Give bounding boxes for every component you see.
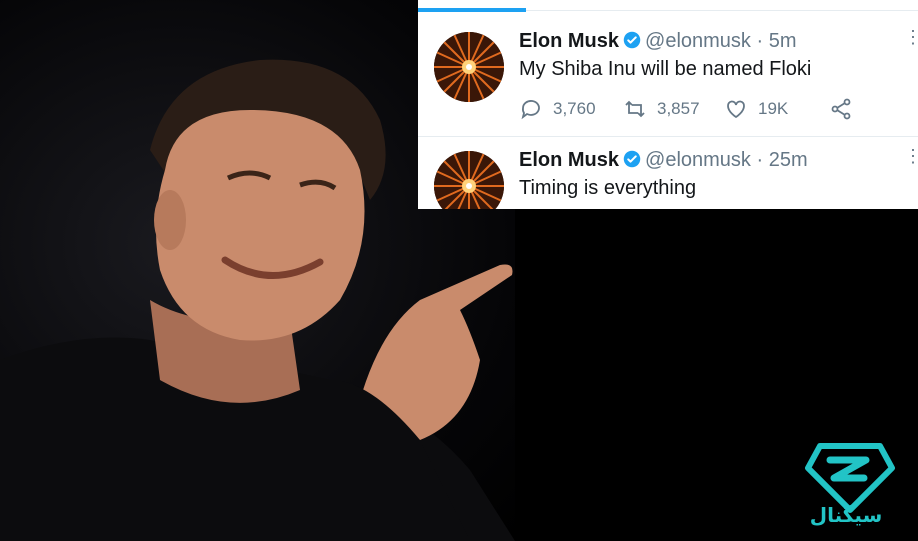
tweet[interactable]: Elon Musk @elonmusk · 25m ⋮ Timing is eve… [418,137,918,209]
avatar-starburst-icon [434,151,504,209]
separator: · [756,149,764,171]
author-handle[interactable]: @elonmusk [645,149,751,171]
separator: · [756,30,764,52]
tweet[interactable]: Elon Musk @elonmusk · 5m ⋮ My Shiba Inu w… [418,12,918,137]
tweet-text: My Shiba Inu will be named Floki [519,58,812,80]
share-button[interactable] [829,94,863,124]
share-icon [831,98,851,120]
reply-count: 3,760 [553,99,596,118]
tweet-header: Elon Musk @elonmusk · 5m [519,30,797,53]
author-handle[interactable]: @elonmusk [645,30,751,52]
timestamp[interactable]: 25m [769,149,808,171]
timestamp[interactable]: 5m [769,30,797,52]
like-button[interactable]: 19K [724,94,788,124]
verified-badge-icon [623,150,641,168]
avatar-starburst-icon [434,32,504,102]
author-name[interactable]: Elon Musk [519,30,619,52]
reply-icon [521,100,540,120]
verified-badge-icon [623,31,641,49]
tweet-header: Elon Musk @elonmusk · 25m [519,149,808,172]
reply-button[interactable]: 3,760 [519,94,596,124]
tweet-actions: 3,760 3,857 19K [519,94,859,124]
brand-name: سیگنال [809,503,883,527]
retweet-icon [625,100,645,118]
more-options-icon[interactable]: ⋮ [904,28,918,46]
author-name[interactable]: Elon Musk [519,149,619,171]
heart-icon [727,100,745,119]
more-options-icon[interactable]: ⋮ [904,147,918,165]
retweet-button[interactable]: 3,857 [623,94,700,124]
tweet-screenshot-panel: Elon Musk @elonmusk · 5m ⋮ My Shiba Inu w… [418,0,918,209]
like-count: 19K [758,99,789,118]
avatar[interactable] [434,151,504,209]
tweet-text: Timing is everything [519,177,697,199]
retweet-count: 3,857 [657,99,700,118]
avatar[interactable] [434,32,504,102]
